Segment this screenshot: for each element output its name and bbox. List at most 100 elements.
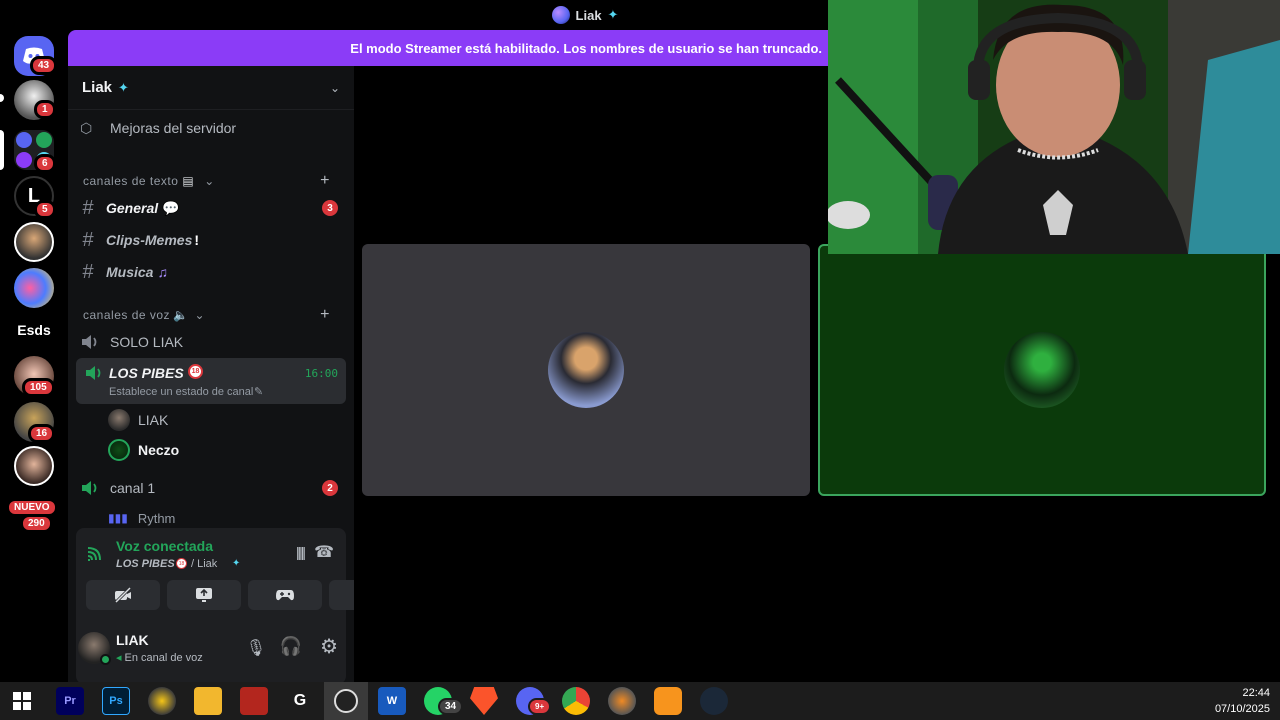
windows-taskbar: Pr Ps G W 34 9+ 22:44 07/10/2025: [0, 682, 1280, 720]
channel-musica[interactable]: # Musica ♫: [76, 260, 346, 284]
online-status-dot: [100, 654, 111, 665]
server-boosts[interactable]: ⬡ Mejoras del servidor: [76, 116, 346, 140]
chevron-down-icon: ⌄: [329, 80, 340, 95]
obs-logo-icon: [334, 689, 358, 713]
speaker-icon: [82, 481, 97, 495]
unread-badge: 6: [34, 154, 56, 173]
hash-icon: #: [82, 196, 94, 219]
voice-category[interactable]: canales de voz 🔈 ⌄ +: [76, 306, 346, 324]
voice-channel-los-pibes[interactable]: LOS PIBES 18 16:00 Establece un estado d…: [76, 358, 346, 404]
signal-icon: [87, 547, 101, 561]
server-avatar[interactable]: [14, 446, 54, 486]
app-icon[interactable]: [608, 687, 636, 715]
speaker-icon: [86, 366, 101, 380]
add-channel-icon[interactable]: +: [320, 172, 330, 190]
hash-icon: #: [82, 228, 94, 251]
exclamation-icon: !: [194, 232, 200, 248]
member-name: LIAK: [138, 412, 169, 428]
channel-name: General: [106, 200, 159, 216]
text-category-label: canales de texto: [83, 174, 179, 188]
voice-channel-solo-liak[interactable]: SOLO LIAK: [76, 330, 346, 354]
disconnect-icon[interactable]: ☎: [314, 542, 334, 562]
unread-badge: 105: [22, 378, 55, 397]
voice-channel-name: LOS PIBES: [116, 558, 175, 570]
camera-off-icon: [114, 587, 132, 603]
unread-badge: 1: [34, 100, 56, 119]
server-header[interactable]: Liak ✦ ⌄: [68, 66, 354, 110]
participant-tile-speaking[interactable]: [818, 244, 1266, 496]
member-name: Neczo: [138, 442, 180, 458]
user-panel: LIAK ◂ En canal de voz 🎙 🎧 ⚙: [76, 624, 346, 676]
server-rail: 43 1 6 L 5 Esds 105 16 NUEVO 290: [0, 30, 68, 682]
voice-server-name: / Liak: [191, 558, 218, 570]
channel-clips-memes[interactable]: # Clips-Memes !: [76, 228, 346, 252]
speaker-icon: ◂: [116, 652, 122, 664]
photoshop-icon[interactable]: Ps: [102, 687, 130, 715]
system-clock[interactable]: 22:44 07/10/2025: [1215, 685, 1270, 717]
music-icon: ♫: [157, 264, 168, 280]
voicemeeter-icon[interactable]: [240, 687, 268, 715]
banner-text: El modo Streamer está habilitado. Los no…: [350, 40, 822, 56]
window-title: Liak ✦: [551, 6, 619, 24]
obs-icon[interactable]: [324, 682, 368, 720]
participant-avatar: [548, 332, 624, 408]
speech-bubble-icon: 💬: [162, 199, 180, 216]
channel-general[interactable]: # General 💬 3: [76, 196, 346, 220]
game-launcher-icon[interactable]: [148, 687, 176, 715]
sparkle-icon: ✦: [118, 79, 129, 95]
screen-share-button[interactable]: [167, 580, 241, 610]
voice-member-rythm[interactable]: ▮▮▮ Rythm: [76, 508, 346, 528]
unread-badge: 290: [20, 514, 53, 533]
pencil-icon[interactable]: ✎: [254, 385, 263, 398]
audio-bars-icon: ▮▮▮: [108, 511, 128, 525]
microphone-icon[interactable]: 🎙: [246, 638, 266, 658]
windows-logo-icon: [13, 692, 31, 710]
channel-name: Clips-Memes: [106, 232, 193, 248]
channel-status-hint[interactable]: Establece un estado de canal: [109, 386, 253, 398]
gear-icon[interactable]: ⚙: [320, 634, 338, 659]
add-channel-icon[interactable]: +: [320, 306, 330, 324]
g-hub-icon[interactable]: G: [286, 687, 314, 715]
windows-start-icon[interactable]: [8, 687, 36, 715]
age-restricted-icon: 18: [188, 364, 203, 379]
file-explorer-icon[interactable]: [194, 687, 222, 715]
voice-status[interactable]: Voz conectada: [116, 538, 213, 554]
brave-icon[interactable]: [470, 687, 498, 715]
sparkle-icon: ✦: [607, 7, 619, 22]
premiere-pro-icon[interactable]: Pr: [56, 687, 84, 715]
fl-studio-icon[interactable]: [654, 687, 682, 715]
speaker-icon: [82, 335, 97, 349]
server-avatar[interactable]: [14, 268, 54, 308]
mention-badge: 2: [322, 480, 338, 496]
noise-suppression-icon[interactable]: |||||: [296, 544, 306, 560]
sparkle-icon: ✦: [232, 558, 241, 569]
voice-member[interactable]: Neczo: [76, 438, 346, 462]
selected-pill: [0, 130, 4, 170]
username[interactable]: LIAK: [116, 632, 149, 648]
steam-icon[interactable]: [700, 687, 728, 715]
text-category[interactable]: canales de texto ▤ ⌄ +: [76, 172, 346, 190]
user-status-text: En canal de voz: [124, 651, 203, 664]
voice-channel-canal-1[interactable]: canal 1 2: [76, 476, 346, 500]
channel-name: LOS PIBES: [109, 365, 184, 381]
voice-member[interactable]: LIAK: [76, 408, 346, 432]
unread-badge: 16: [28, 424, 56, 443]
server-text-esds[interactable]: Esds: [14, 310, 54, 350]
whatsapp-badge: 34: [438, 698, 464, 715]
word-icon[interactable]: W: [378, 687, 406, 715]
camera-toggle-button[interactable]: [86, 580, 160, 610]
hash-icon: #: [82, 260, 94, 283]
server-avatar[interactable]: [14, 222, 54, 262]
clock-date: 07/10/2025: [1214, 703, 1270, 715]
speaker-emoji-icon: 🔈: [173, 308, 189, 322]
clock-time: 22:44: [1242, 687, 1270, 699]
activities-button[interactable]: [248, 580, 322, 610]
participant-avatar: [1004, 332, 1080, 408]
mention-badge: 3: [322, 200, 338, 216]
chrome-icon[interactable]: [562, 687, 590, 715]
headphones-icon[interactable]: 🎧: [280, 636, 302, 657]
webcam-feed: [828, 0, 1280, 254]
participant-tile[interactable]: [362, 244, 810, 496]
streamer-mode-banner: El modo Streamer está habilitado. Los no…: [68, 30, 830, 66]
chevron-down-icon: ⌄: [194, 308, 206, 322]
